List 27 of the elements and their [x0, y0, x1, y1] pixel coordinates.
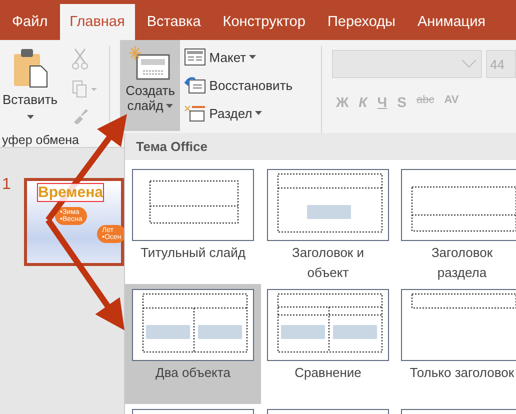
- caret-icon: [166, 104, 174, 108]
- ribbon-command[interactable]: Макет: [184, 48, 293, 66]
- layout-option[interactable]: Два объекта: [125, 284, 261, 404]
- caret-icon: [255, 111, 262, 115]
- slide-layout-icon: [184, 48, 206, 66]
- caret-icon[interactable]: [26, 115, 34, 119]
- slide-layout-icon: [184, 104, 206, 122]
- slide-number: 1: [2, 176, 11, 194]
- brush-icon[interactable]: [72, 108, 88, 124]
- new-slide-icon: [129, 43, 172, 83]
- ribbon-tab[interactable]: Переходы: [317, 4, 406, 40]
- copy-icon[interactable]: [72, 80, 98, 98]
- ribbon-tab[interactable]: Конструктор: [212, 4, 316, 40]
- clipboard-icon[interactable]: [12, 48, 48, 88]
- slide-title: Времена: [37, 183, 104, 202]
- ribbon-command[interactable]: Восстановить: [184, 76, 293, 94]
- ribbon-tab[interactable]: Файл: [2, 4, 58, 40]
- chevron-icon: [461, 59, 477, 69]
- new-slide-button[interactable]: Создать слайд: [120, 40, 180, 131]
- slide-layout-icon: [184, 76, 206, 94]
- caret-icon: [249, 55, 256, 59]
- group-label: уфер обмена: [2, 133, 80, 147]
- gallery-heading: Тема Office: [136, 139, 208, 154]
- ribbon-tab[interactable]: Анимация: [407, 4, 496, 40]
- ribbon-tab[interactable]: Главная: [60, 4, 135, 40]
- ribbon-tab[interactable]: Вставка: [136, 4, 211, 40]
- ribbon-command[interactable]: Раздел: [184, 104, 293, 122]
